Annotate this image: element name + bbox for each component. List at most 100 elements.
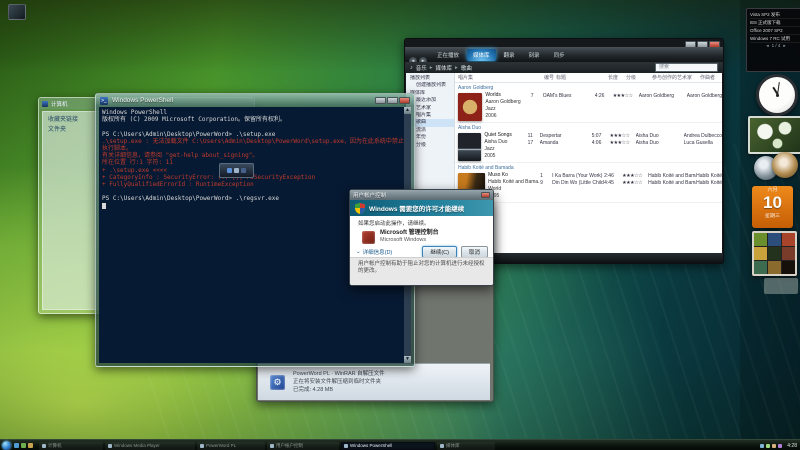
- group-artist-label: Habib Koité and Bamada: [455, 163, 722, 172]
- calendar-weekday: 星期三: [752, 212, 793, 221]
- tray-security-icon[interactable]: [778, 444, 782, 448]
- console-error-line: + CategoryInfo : SecurityError: (:) [], …: [102, 174, 407, 181]
- chevron-down-icon: ⌄: [356, 249, 361, 255]
- feed-item[interactable]: Vista SP2 发布: [750, 11, 800, 19]
- breadcrumb-library[interactable]: 媒体库: [436, 64, 453, 72]
- tab-rip[interactable]: 翻录: [498, 49, 521, 61]
- clock-center-dot: [776, 94, 779, 97]
- feed-item[interactable]: Windows 7 RC 试用: [750, 35, 800, 43]
- console-minimize-icon[interactable]: [375, 97, 386, 104]
- console-caret: [102, 203, 106, 209]
- taskbar-button[interactable]: 媒体库: [437, 442, 495, 450]
- breadcrumb-songs[interactable]: 歌曲: [461, 64, 472, 72]
- feed-item[interactable]: Office 2007 SP2: [750, 27, 800, 35]
- console-error-line: .\setup.exe : 无法加载文件 C:\Users\Admin\Desk…: [102, 138, 407, 152]
- ime-settings-icon[interactable]: [241, 168, 246, 173]
- scroll-down-icon[interactable]: ▼: [404, 356, 411, 363]
- group-artist-label: Aaron Goldberg: [455, 83, 722, 92]
- console-prompt: PS C:\Users\Admin\Desktop\PowerWord> .\s…: [102, 131, 407, 138]
- installer-icon: ⚙: [270, 375, 285, 390]
- uac-publisher: Microsoft Windows: [380, 237, 439, 244]
- calendar-gadget[interactable]: 六月 10 星期三: [752, 186, 793, 228]
- track-row[interactable]: 17 Amanda 4:06 ★★★☆☆ Aisha Duo Luca Guse…: [528, 139, 722, 146]
- ime-keyboard-icon[interactable]: [234, 168, 239, 173]
- taskbar[interactable]: 计算机 Windows Media Player PowerWord PL 用户…: [0, 439, 800, 450]
- console-line: 版权所有 (C) 2009 Microsoft Corporation。保留所有…: [102, 116, 407, 123]
- album-group: Aaron Goldberg Worlds Aaron Goldberg Jaz…: [455, 83, 722, 123]
- ime-mode-icon[interactable]: [227, 168, 232, 173]
- desktop-icon[interactable]: [8, 4, 26, 20]
- feed-page-indicator: 1 / 4: [772, 43, 781, 49]
- uac-hint: 如果您启动此操作，请继续。: [358, 219, 493, 227]
- console-error-line: + FullyQualifiedErrorId : RuntimeExcepti…: [102, 181, 407, 188]
- tray-volume-icon[interactable]: [766, 444, 770, 448]
- tab-now-playing[interactable]: 正在播放: [431, 49, 465, 61]
- tree-create-playlist[interactable]: 创建播放列表: [406, 82, 454, 89]
- ime-toolbar[interactable]: [219, 163, 254, 178]
- tray-network-icon[interactable]: [760, 444, 764, 448]
- feed-item[interactable]: IE8 正式版下载: [750, 19, 800, 27]
- taskbar-button[interactable]: 用户帐户控制: [267, 442, 339, 450]
- taskbar-button[interactable]: PowerWord PL: [197, 442, 265, 450]
- quick-launch-icon[interactable]: [14, 443, 19, 448]
- powershell-title: Windows PowerShell: [112, 97, 173, 104]
- quick-launch: [14, 443, 33, 448]
- tab-burn[interactable]: 刻录: [523, 49, 546, 61]
- media-discs-gadget[interactable]: [752, 152, 798, 184]
- slideshow-gadget[interactable]: [748, 116, 800, 154]
- tab-sync[interactable]: 同步: [548, 49, 571, 61]
- uac-close-icon[interactable]: [481, 192, 490, 198]
- uac-dialog[interactable]: 用户帐户控制 Windows 需要您的许可才能继续 如果您启动此操作，请继续。 …: [349, 189, 494, 286]
- taskbar-button[interactable]: Windows Media Player: [105, 442, 195, 450]
- powershell-titlebar[interactable]: >_ Windows PowerShell: [96, 94, 414, 107]
- uac-titlebar[interactable]: 用户帐户控制: [350, 190, 493, 200]
- calendar-day: 10: [752, 194, 793, 212]
- taskbar-clock[interactable]: 4:28: [784, 443, 797, 449]
- uac-banner: Windows 需要您的许可才能继续: [350, 200, 493, 216]
- scroll-up-icon[interactable]: ▲: [404, 107, 411, 114]
- weather-gadget[interactable]: [764, 278, 798, 294]
- desktop: 计算机 收藏夹链接 文件夹 ◂▸ 正在播放 媒体库 翻录 刻录 同步 ♪: [0, 0, 800, 450]
- album-art-worlds[interactable]: [458, 93, 482, 121]
- extractor-status-area: ⚙ PowerWord PL · WinRAR 自解压文件 正在将安装文件解压缩…: [258, 363, 490, 400]
- wmp-column-headers[interactable]: 唱片集 编号 标题 长度 分级 参与创作的艺术家 作曲者: [455, 73, 722, 83]
- disc-icon: [772, 152, 798, 178]
- tree-playlists[interactable]: 播放列表: [406, 75, 454, 82]
- console-close-icon[interactable]: [399, 97, 410, 104]
- feed-next-icon[interactable]: ▸: [783, 43, 785, 49]
- tray-update-icon[interactable]: [772, 444, 776, 448]
- track-row[interactable]: 11 Despertar 5:07 ★★★☆☆ Aisha Duo Andrea…: [528, 132, 722, 139]
- album-group: Habib Koité and Bamada Muso Ko Habib Koi…: [455, 163, 722, 203]
- console-error-line: + .\setup.exe <<<<: [102, 167, 407, 174]
- uac-details-expander[interactable]: ⌄ 详细信息(D): [356, 248, 392, 256]
- feed-headlines-gadget[interactable]: Vista SP2 发布 IE8 正式版下载 Office 2007 SP2 W…: [746, 8, 800, 72]
- explorer-title: 计算机: [51, 100, 68, 108]
- calendar-month: 六月: [752, 186, 793, 194]
- track-row[interactable]: 1 I Ka Barra (Your Work) 2:46 ★★★☆☆ Habi…: [540, 172, 722, 179]
- explorer-window-icon: [42, 101, 48, 107]
- tab-library[interactable]: 媒体库: [467, 49, 496, 61]
- music-note-icon: ♪: [410, 65, 413, 71]
- track-row[interactable]: 7 OAM's Blues 4:26 ★★★☆☆ Aaron Goldberg …: [531, 92, 722, 99]
- quick-launch-icon[interactable]: [21, 443, 26, 448]
- uac-shield-icon: [355, 203, 365, 214]
- quick-launch-icon[interactable]: [28, 443, 33, 448]
- wmp-track-list: 唱片集 编号 标题 长度 分级 参与创作的艺术家 作曲者 Aaron Goldb…: [455, 73, 722, 253]
- breadcrumb-music[interactable]: 音乐: [416, 64, 427, 72]
- system-tray: 4:28: [760, 443, 800, 449]
- mmc-program-icon: [362, 231, 375, 244]
- powershell-window-icon: >_: [100, 97, 108, 105]
- track-row[interactable]: 9 Din Din Wo (Little Child) 4:45 ★★★☆☆ H…: [540, 179, 722, 186]
- taskbar-button[interactable]: 计算机: [39, 442, 103, 450]
- start-button[interactable]: [2, 441, 11, 450]
- feed-prev-icon[interactable]: ◂: [766, 43, 768, 49]
- uac-title: 用户帐户控制: [353, 191, 481, 199]
- wmp-search-input[interactable]: 搜索: [655, 63, 718, 72]
- picture-puzzle-gadget[interactable]: [752, 231, 797, 276]
- console-maximize-icon[interactable]: [387, 97, 398, 104]
- album-art-quiet-songs[interactable]: [458, 133, 481, 161]
- clock-gadget[interactable]: [756, 74, 798, 116]
- uac-footer: 用户帐户控制有助于阻止对您的计算机进行未经授权的更改。: [350, 257, 493, 285]
- uac-banner-text: Windows 需要您的许可才能继续: [369, 203, 464, 213]
- taskbar-button-active[interactable]: Windows PowerShell: [341, 442, 435, 450]
